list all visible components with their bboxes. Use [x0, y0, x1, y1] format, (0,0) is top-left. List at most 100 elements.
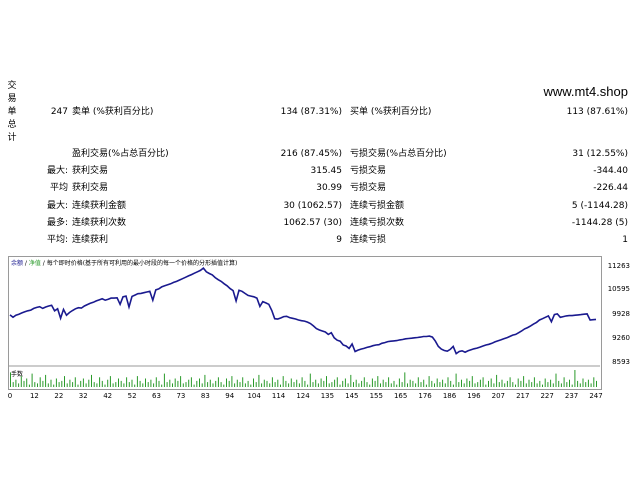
volume-bar: [315, 379, 317, 387]
volume-bar: [212, 383, 214, 387]
volume-bar: [498, 382, 500, 387]
volume-bar: [226, 378, 227, 387]
volume-bar: [469, 380, 471, 387]
volume-bar: [506, 380, 508, 387]
volume-bar: [255, 382, 257, 387]
volume-bar: [317, 383, 319, 387]
volume-bar: [247, 380, 249, 387]
x-tick: 22: [54, 392, 64, 400]
volume-bar: [139, 380, 141, 387]
volume-bar: [401, 382, 403, 387]
volume-bar: [385, 382, 387, 387]
volume-bar: [525, 383, 527, 387]
volume-bar: [366, 382, 368, 387]
volume-bar: [55, 378, 57, 387]
volume-bar: [393, 380, 395, 387]
volume-bar: [190, 377, 192, 387]
volume-bar: [185, 382, 187, 387]
volume-bar: [61, 380, 63, 387]
volume-bar: [109, 376, 111, 387]
volume-bar: [53, 384, 55, 387]
volume-bar: [539, 380, 541, 387]
x-tick: 73: [176, 392, 186, 400]
volume-bar: [28, 384, 30, 387]
x-tick: 145: [345, 392, 359, 400]
volume-bar: [258, 374, 260, 387]
x-tick: 217: [516, 392, 530, 400]
volume-bar: [423, 379, 425, 387]
volume-bar: [66, 383, 68, 387]
volume-bar: [560, 383, 562, 387]
volume-bar: [566, 382, 568, 387]
volume-bar: [350, 374, 352, 387]
x-tick: 0: [7, 392, 13, 400]
y-tick: 10595: [607, 285, 630, 293]
volume-bar: [544, 378, 546, 387]
volume-bar: [296, 379, 298, 387]
volume-bar: [479, 379, 481, 387]
volume-bar: [236, 379, 238, 387]
volume-bar: [369, 384, 371, 387]
volume-bar: [161, 384, 163, 387]
volume-bar: [23, 380, 25, 387]
volume-bar: [420, 382, 422, 387]
volume-bar: [253, 378, 254, 387]
volume-bar: [353, 382, 354, 387]
volume-bar: [431, 380, 433, 387]
volume-bar: [142, 383, 144, 387]
volume-bar: [91, 374, 92, 387]
volume-bar: [496, 374, 498, 387]
volume-bar: [326, 376, 327, 387]
volume-bar: [220, 382, 222, 387]
x-tick: 83: [200, 392, 210, 400]
volume-bar: [158, 380, 160, 387]
volume-bar: [585, 382, 587, 387]
volume-bar: [120, 380, 122, 387]
volume-bar: [304, 380, 306, 387]
volume-bar: [444, 383, 446, 387]
volume-bar: [412, 380, 414, 387]
volume-bar: [234, 383, 236, 387]
volume-bar: [555, 373, 557, 387]
volume-bar: [31, 373, 33, 387]
volume-bar: [180, 376, 182, 387]
volume-bar: [409, 379, 411, 387]
volume-bar: [107, 379, 109, 387]
volume-bar: [569, 379, 570, 387]
x-tick: 63: [152, 392, 161, 400]
volume-bar: [334, 379, 336, 387]
volume-bar: [301, 377, 303, 387]
volume-bar: [579, 383, 581, 387]
volume-bar: [20, 376, 22, 387]
volume-bar: [571, 384, 573, 387]
volume-bar: [504, 383, 506, 387]
volume-bar: [104, 384, 106, 387]
volume-bar: [515, 384, 516, 387]
volume-bar: [593, 377, 595, 387]
x-axis-ticks: 0 12 22 32 42 52 63 73 83 94 104 114 124 135 145 155 165…: [0, 392, 640, 404]
volume-bar: [512, 382, 514, 387]
volume-bar: [477, 382, 479, 387]
volume-bar: [417, 377, 419, 387]
volume-bar: [10, 372, 11, 387]
volume-bar: [307, 384, 309, 387]
volume-bar: [96, 383, 98, 387]
volume-bar: [471, 376, 473, 387]
volume-bar: [398, 378, 400, 387]
x-tick: 176: [418, 392, 432, 400]
volume-bar: [72, 382, 74, 387]
y-tick: 8593: [612, 358, 630, 366]
volume-bar: [285, 380, 287, 387]
volume-bar: [155, 377, 157, 387]
volume-bar: [380, 383, 381, 387]
volume-bar: [558, 380, 560, 387]
volume-bar: [455, 373, 457, 387]
balance-line: [9, 266, 597, 355]
volume-bar: [290, 378, 292, 387]
volume-bar: [447, 377, 449, 387]
volume-bar: [288, 383, 290, 387]
volume-bar: [358, 383, 360, 387]
volume-bar: [482, 377, 484, 387]
volume-bar: [199, 378, 200, 387]
x-tick: 165: [393, 392, 408, 400]
